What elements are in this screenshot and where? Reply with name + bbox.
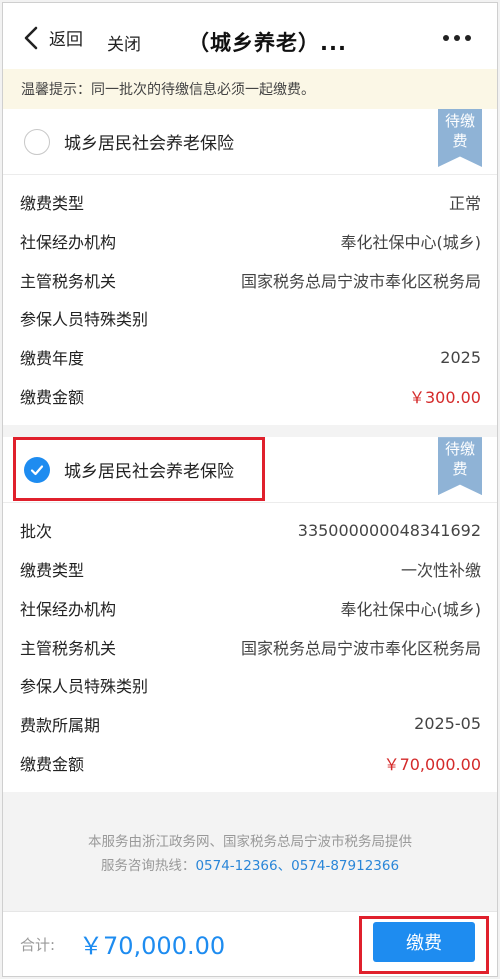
card-header[interactable]: 城乡居民社会养老保险 待缴 费 xyxy=(3,109,497,175)
detail-row: 参保人员特殊类别 xyxy=(3,299,497,338)
total-label: 合计: xyxy=(20,936,56,954)
close-button[interactable]: 关闭 xyxy=(107,30,141,55)
detail-row: 缴费类型 正常 xyxy=(3,183,497,222)
row-key: 缴费类型 xyxy=(20,194,85,214)
detail-row: 参保人员特殊类别 xyxy=(3,666,497,705)
status-badge: 待缴 费 xyxy=(438,109,482,167)
total-value: ￥70,000.00 xyxy=(79,932,226,960)
row-value: 2025-05 xyxy=(414,714,481,734)
card-title: 城乡居民社会养老保险 xyxy=(64,134,234,154)
row-key: 参保人员特殊类别 xyxy=(20,677,149,697)
row-value: 正常 xyxy=(448,194,481,214)
row-value: 奉化社保中心(城乡) xyxy=(340,599,482,619)
bottom-bar: 合计: ￥70,000.00 缴费 xyxy=(3,911,497,976)
hotline-label: 服务咨询热线： xyxy=(100,857,196,874)
row-key: 缴费类型 xyxy=(20,561,85,581)
select-radio-checked[interactable] xyxy=(24,456,50,483)
row-value: 国家税务总局宁波市奉化区税务局 xyxy=(240,271,481,291)
provider-text: 本服务由浙江政务网、国家税务总局宁波市税务局提供 xyxy=(88,833,412,850)
nav-header: 返回 关闭 （城乡养老）... xyxy=(3,3,497,69)
detail-row: 主管税务机关 国家税务总局宁波市奉化区税务局 xyxy=(3,627,497,666)
row-value: 一次性补缴 xyxy=(400,561,481,581)
status-badge-line-1: 待缴 xyxy=(444,440,475,459)
detail-row: 缴费年度 2025 xyxy=(3,338,497,377)
row-value: 2025 xyxy=(440,347,481,367)
row-key: 社保经办机构 xyxy=(20,599,117,619)
row-value: 335000000048341692 xyxy=(297,520,481,540)
amount-value: ￥70,000.00 xyxy=(383,754,481,774)
detail-row: 缴费金额 ￥70,000.00 xyxy=(3,743,497,782)
row-key: 缴费年度 xyxy=(20,349,85,369)
app-frame: 返回 关闭 （城乡养老）... 温馨提示：同一批次的待缴信息必须一起缴费。 城乡… xyxy=(2,2,498,977)
status-badge-line-1: 待缴 xyxy=(444,112,475,130)
detail-row: 缴费类型 一次性补缴 xyxy=(3,550,497,589)
row-key: 费款所属期 xyxy=(20,715,101,735)
payment-card-selected: 城乡居民社会养老保险 待缴 费 批次 335000000048341692 缴费类… xyxy=(3,437,497,792)
status-badge-line-2: 费 xyxy=(452,132,468,150)
notice-banner: 温馨提示：同一批次的待缴信息必须一起缴费。 xyxy=(3,69,497,109)
detail-row: 费款所属期 2025-05 xyxy=(3,705,497,744)
status-badge: 待缴 费 xyxy=(438,437,482,496)
row-key: 参保人员特殊类别 xyxy=(20,310,149,330)
page-title: （城乡养老）... xyxy=(188,31,347,55)
card-gap xyxy=(3,425,497,437)
detail-row: 社保经办机构 奉化社保中心(城乡) xyxy=(3,589,497,628)
check-icon xyxy=(30,465,44,475)
row-value: 奉化社保中心(城乡) xyxy=(340,233,482,253)
payment-card: 城乡居民社会养老保险 待缴 费 缴费类型 正常 社保经办机构 奉化社保中心(城乡) … xyxy=(3,109,497,426)
card-header[interactable]: 城乡居民社会养老保险 待缴 费 xyxy=(3,437,497,504)
detail-rows: 缴费类型 正常 社保经办机构 奉化社保中心(城乡) 主管税务机关 国家税务总局宁波市奉… xyxy=(3,175,497,425)
amount-value: ￥300.00 xyxy=(409,387,481,407)
row-key: 批次 xyxy=(20,522,53,542)
detail-row: 缴费金额 ￥300.00 xyxy=(3,376,497,415)
pay-button[interactable]: 缴费 xyxy=(373,922,475,962)
row-key: 社保经办机构 xyxy=(20,233,117,253)
status-badge-line-2: 费 xyxy=(452,460,468,479)
detail-row: 社保经办机构 奉化社保中心(城乡) xyxy=(3,222,497,261)
chevron-left-icon xyxy=(24,26,38,49)
back-button[interactable]: 返回 xyxy=(23,25,83,50)
detail-rows: 批次 335000000048341692 缴费类型 一次性补缴 社保经办机构 奉化社… xyxy=(3,503,497,792)
hotline-line: 服务咨询热线：0574-12366、0574-87912366 xyxy=(3,854,497,878)
more-icon[interactable] xyxy=(443,35,471,41)
row-key: 主管税务机关 xyxy=(20,638,117,658)
row-value: 国家税务总局宁波市奉化区税务局 xyxy=(240,638,481,658)
select-radio[interactable] xyxy=(24,128,50,155)
row-key: 主管税务机关 xyxy=(20,271,117,291)
detail-row: 主管税务机关 国家税务总局宁波市奉化区税务局 xyxy=(3,260,497,299)
card-title: 城乡居民社会养老保险 xyxy=(64,462,234,483)
detail-row: 批次 335000000048341692 xyxy=(3,511,497,550)
row-key: 缴费金额 xyxy=(20,754,85,774)
hotline-link[interactable]: 0574-12366、0574-87912366 xyxy=(195,858,399,874)
row-key: 缴费金额 xyxy=(20,387,85,407)
footer-gap xyxy=(3,792,497,830)
service-info: 本服务由浙江政务网、国家税务总局宁波市税务局提供 服务咨询热线：0574-123… xyxy=(3,830,497,878)
back-label: 返回 xyxy=(49,30,83,50)
